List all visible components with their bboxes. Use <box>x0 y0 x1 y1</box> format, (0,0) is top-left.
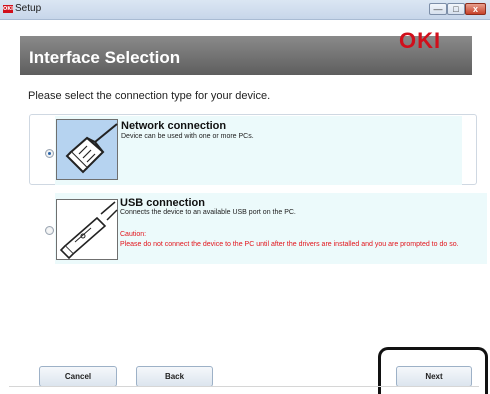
network-cable-icon <box>56 119 118 180</box>
window-title: Setup <box>15 3 42 14</box>
window-title-bar[interactable]: OKI Setup — □ x <box>0 0 490 20</box>
caution-text: Please do not connect the device to the … <box>120 241 459 248</box>
network-connection-option[interactable]: Network connection Device can be used wi… <box>29 114 477 185</box>
minimize-button[interactable]: — <box>429 3 447 15</box>
maximize-icon: □ <box>453 4 459 14</box>
page-title: Interface Selection <box>29 48 181 67</box>
close-button[interactable]: x <box>465 3 486 15</box>
back-button[interactable]: Back <box>136 366 213 387</box>
usb-connection-option[interactable]: USB connection Connects the device to an… <box>29 193 487 265</box>
minimize-icon: — <box>433 4 443 14</box>
oki-logo: OKI <box>399 28 442 53</box>
usb-cable-icon <box>56 199 118 260</box>
network-option-title: Network connection <box>121 120 227 132</box>
footer-divider <box>9 386 479 387</box>
usb-option-description: Connects the device to an available USB … <box>120 209 296 216</box>
radio-selected-dot <box>48 152 51 155</box>
caution-label: Caution: <box>120 231 147 238</box>
usb-radio-button[interactable] <box>45 226 54 235</box>
oki-app-icon: OKI <box>3 5 13 13</box>
usb-option-title: USB connection <box>120 197 205 209</box>
network-option-description: Device can be used with one or more PCs. <box>121 133 254 140</box>
cancel-button[interactable]: Cancel <box>39 366 117 387</box>
instruction-text: Please select the connection type for yo… <box>28 90 271 102</box>
maximize-button[interactable]: □ <box>447 3 465 15</box>
close-icon: x <box>472 4 478 14</box>
next-button[interactable]: Next <box>396 366 472 387</box>
network-radio-button[interactable] <box>45 149 54 158</box>
